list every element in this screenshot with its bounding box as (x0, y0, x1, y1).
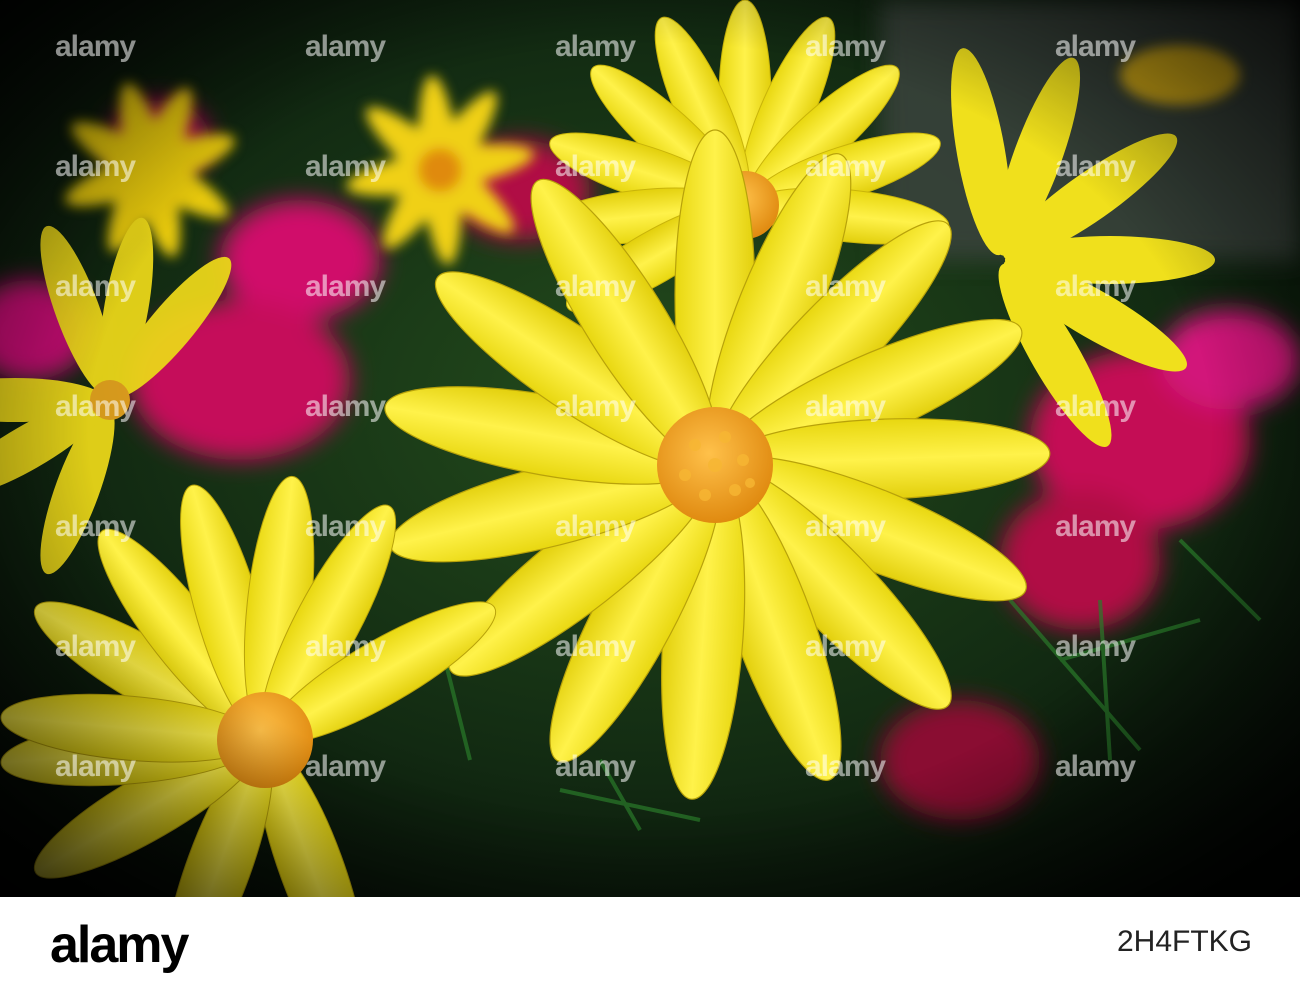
watermark-text: alamy (55, 270, 136, 303)
watermark-text: alamy (1055, 630, 1136, 663)
watermark-text: alamy (55, 510, 136, 543)
watermark-text: alamy (1055, 270, 1136, 303)
watermark-text: alamy (805, 270, 886, 303)
watermark-text: alamy (555, 630, 636, 663)
watermark-text: alamy (305, 390, 386, 423)
watermark-text: alamy (805, 150, 886, 183)
watermark-text: alamy (305, 750, 386, 783)
watermark-text: alamy (805, 510, 886, 543)
watermark-text: alamy (555, 150, 636, 183)
watermark-text: alamy (55, 30, 136, 63)
watermark-text: alamy (55, 750, 136, 783)
watermark-text: alamy (305, 510, 386, 543)
watermark-text: alamy (555, 270, 636, 303)
watermark-text: alamy (555, 390, 636, 423)
watermark-text: alamy (1055, 390, 1136, 423)
watermark-text: alamy (805, 630, 886, 663)
watermark-text: alamy (555, 510, 636, 543)
watermark-text: alamy (1055, 30, 1136, 63)
watermark-text: alamy (1055, 750, 1136, 783)
alamy-logo: alamy (50, 916, 189, 974)
watermark-text: alamy (805, 390, 886, 423)
image-canvas: alamy alamy alamy alamy alamy alamy alamy alamy… (0, 0, 1300, 987)
watermark-text: alamy (55, 390, 136, 423)
watermark-text: alamy (555, 750, 636, 783)
watermark-text: alamy (305, 630, 386, 663)
watermark-text: alamy (555, 30, 636, 63)
watermark-text: alamy (55, 150, 136, 183)
watermark-text: alamy (55, 630, 136, 663)
watermark-text: alamy (805, 750, 886, 783)
image-id: 2H4FTKG (1116, 925, 1252, 958)
footer-bar: alamy 2H4FTKG (0, 897, 1300, 987)
watermark-text: alamy (1055, 150, 1136, 183)
watermark-text: alamy (805, 30, 886, 63)
watermark-text: alamy (1055, 510, 1136, 543)
watermark-text: alamy (305, 30, 386, 63)
watermark-text: alamy (305, 150, 386, 183)
watermark-text: alamy (305, 270, 386, 303)
